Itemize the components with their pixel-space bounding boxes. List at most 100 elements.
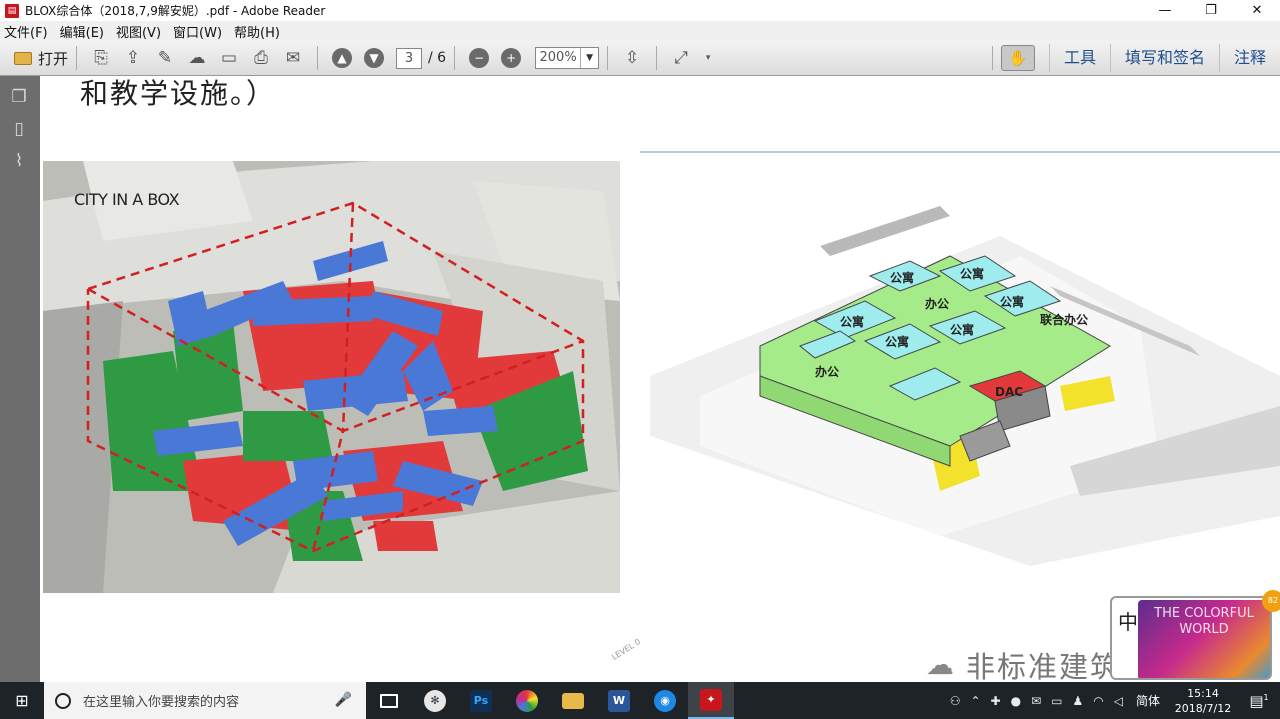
save-icon[interactable]: ▭ <box>213 44 245 72</box>
label-apartment-6: 公寓 <box>950 322 974 337</box>
notification-center-icon[interactable]: ▤1 <box>1238 692 1280 710</box>
fit-page-icon[interactable]: ⇳ <box>616 44 648 72</box>
more-tools-icon[interactable]: ▾ <box>697 44 719 72</box>
navigation-pane: ❐ ▯ ⌇ <box>0 76 40 682</box>
menu-help[interactable]: 帮助(H) <box>234 22 280 41</box>
open-label: 打开 <box>38 49 69 68</box>
zoom-value[interactable]: 200% <box>536 48 580 68</box>
full-screen-icon[interactable]: ⤢ <box>665 44 697 72</box>
thumbnail-badge: 82 <box>1262 590 1280 612</box>
tray-wechat-icon[interactable]: ● <box>1011 694 1021 708</box>
word-icon[interactable]: W <box>596 682 642 719</box>
ime-indicator[interactable]: 简体 <box>1136 692 1160 709</box>
volume-icon[interactable]: ◁ <box>1114 694 1123 708</box>
folder-icon <box>14 51 32 65</box>
arrow-up-icon: ▲ <box>332 48 353 68</box>
menu-window[interactable]: 窗口(W) <box>173 22 222 41</box>
open-button[interactable]: 打开 <box>14 44 68 72</box>
model-photo: CITY IN A BOX <box>43 161 620 593</box>
label-apartment-2: 公寓 <box>960 266 984 281</box>
next-page-button[interactable]: ▼ <box>358 44 390 72</box>
microphone-icon[interactable]: 🎤 <box>335 692 352 708</box>
thumbnail-text: THE COLORFUL WORLD <box>1154 606 1254 637</box>
page-total: / 6 <box>428 50 447 66</box>
wechat-icon: ☁ <box>926 648 954 681</box>
toolbar-separator <box>607 46 609 70</box>
qq-icon[interactable]: ♟ <box>1073 694 1084 708</box>
browser-icon[interactable]: ◉ <box>642 682 688 719</box>
label-cowork: 联合办公 <box>1040 312 1088 327</box>
diagram-drawing: 公寓 公寓 办公 公寓 公寓 公寓 公寓 联合办公 DAC 办公 <box>640 151 1280 566</box>
system-tray: ⚇ ⌃ ✚ ● ✉ ▭ ♟ ◠ ◁ 简体 15:14 2018/7/12 ▤1 <box>945 682 1280 719</box>
search-placeholder: 在这里输入你要搜索的内容 <box>83 695 240 710</box>
label-office-1: 办公 <box>925 296 949 311</box>
chevron-down-icon[interactable]: ▼ <box>580 48 598 68</box>
level-label: LEVEL 0 <box>610 637 643 662</box>
file-explorer-icon[interactable] <box>550 682 596 719</box>
clock-date: 2018/7/12 <box>1174 701 1232 715</box>
wifi-icon[interactable]: ◠ <box>1093 694 1103 708</box>
restore-button[interactable]: ❐ <box>1188 0 1234 21</box>
toolbar-separator <box>991 46 993 70</box>
tray-app-icon[interactable]: ✚ <box>991 694 1001 708</box>
close-button[interactable]: ✕ <box>1234 0 1280 21</box>
menu-view[interactable]: 视图(V) <box>116 22 161 41</box>
edit-pdf-icon[interactable]: ✎ <box>149 44 181 72</box>
zoom-in-button[interactable]: + <box>495 44 527 72</box>
clock[interactable]: 15:14 2018/7/12 <box>1168 686 1238 716</box>
fill-sign-link[interactable]: 填写和签名 <box>1109 44 1219 72</box>
previous-page-button[interactable]: ▲ <box>326 44 358 72</box>
menu-edit[interactable]: 编辑(E) <box>60 22 104 41</box>
label-dac: DAC <box>995 385 1023 399</box>
label-apartment-5: 公寓 <box>885 334 909 349</box>
zoom-select[interactable]: 200% ▼ <box>535 47 600 69</box>
print-icon[interactable]: ⎙ <box>245 44 277 72</box>
toolbar-separator <box>317 46 319 70</box>
tray-chat-icon[interactable]: ✉ <box>1031 694 1041 708</box>
minus-icon: − <box>469 48 490 68</box>
create-pdf-icon[interactable]: ⎘ <box>85 44 117 72</box>
comment-link[interactable]: 注释 <box>1218 44 1280 72</box>
arrow-down-icon: ▼ <box>364 48 385 68</box>
toolbar-separator <box>454 46 456 70</box>
photoshop-icon[interactable]: Ps <box>458 682 504 719</box>
zoom-out-button[interactable]: − <box>463 44 495 72</box>
people-icon[interactable]: ⚇ <box>950 694 961 708</box>
label-apartment-3: 公寓 <box>1000 294 1024 309</box>
tools-link[interactable]: 工具 <box>1048 44 1110 72</box>
chevron-up-icon[interactable]: ⌃ <box>970 694 980 708</box>
export-pdf-icon[interactable]: ⇪ <box>117 44 149 72</box>
toolbar-separator <box>656 46 658 70</box>
menu-bar: 文件(F) 编辑(E) 视图(V) 窗口(W) 帮助(H) <box>0 21 1280 41</box>
pinwheel-app-icon[interactable]: ✻ <box>412 682 458 719</box>
window-controls: — ❐ ✕ <box>1142 0 1280 21</box>
task-view-icon[interactable] <box>366 682 412 719</box>
page-heading: 和教学设施。） <box>80 77 277 110</box>
toolbar: 打开 ⎘ ⇪ ✎ ☁ ▭ ⎙ ✉ ▲ ▼ 3 / 6 − + 200% ▼ ⇳ … <box>0 41 1280 76</box>
menu-file[interactable]: 文件(F) <box>4 22 48 41</box>
battery-icon[interactable]: ▭ <box>1051 694 1062 708</box>
page-number-input[interactable]: 3 <box>396 47 423 69</box>
attachment-icon[interactable]: ⌇ <box>9 150 29 172</box>
floating-thumbnail[interactable]: 中 THE COLORFUL WORLD <box>1110 596 1272 680</box>
plus-icon: + <box>501 48 522 68</box>
document-page: 和教学设施。） CITY IN A BOX 公寓 公寓 办公 公寓 公寓 公寓 … <box>40 76 1280 682</box>
adobe-reader-icon[interactable]: ✦ <box>688 682 734 719</box>
label-apartment-4: 公寓 <box>840 314 864 329</box>
taskbar: ⊞ 在这里输入你要搜索的内容 🎤 ✻ Ps W ◉ ✦ ⚇ ⌃ ✚ ● ✉ ▭ … <box>0 682 1280 719</box>
notification-count: 1 <box>1263 692 1269 702</box>
minimize-button[interactable]: — <box>1142 0 1188 21</box>
color-wheel-icon[interactable] <box>504 682 550 719</box>
bookmark-icon[interactable]: ▯ <box>9 118 29 140</box>
clock-time: 15:14 <box>1187 686 1219 700</box>
hand-tool-icon[interactable]: ✋ <box>1000 45 1035 71</box>
pages-icon[interactable]: ❐ <box>9 86 29 108</box>
toolbar-separator <box>76 46 78 70</box>
upload-cloud-icon[interactable]: ☁ <box>181 44 213 72</box>
label-office-2: 办公 <box>815 364 839 379</box>
email-icon[interactable]: ✉ <box>277 44 309 72</box>
taskbar-search[interactable]: 在这里输入你要搜索的内容 🎤 <box>44 682 366 719</box>
cortana-icon <box>55 692 71 709</box>
photo-caption: CITY IN A BOX <box>74 190 180 209</box>
windows-start-icon[interactable]: ⊞ <box>0 682 44 719</box>
